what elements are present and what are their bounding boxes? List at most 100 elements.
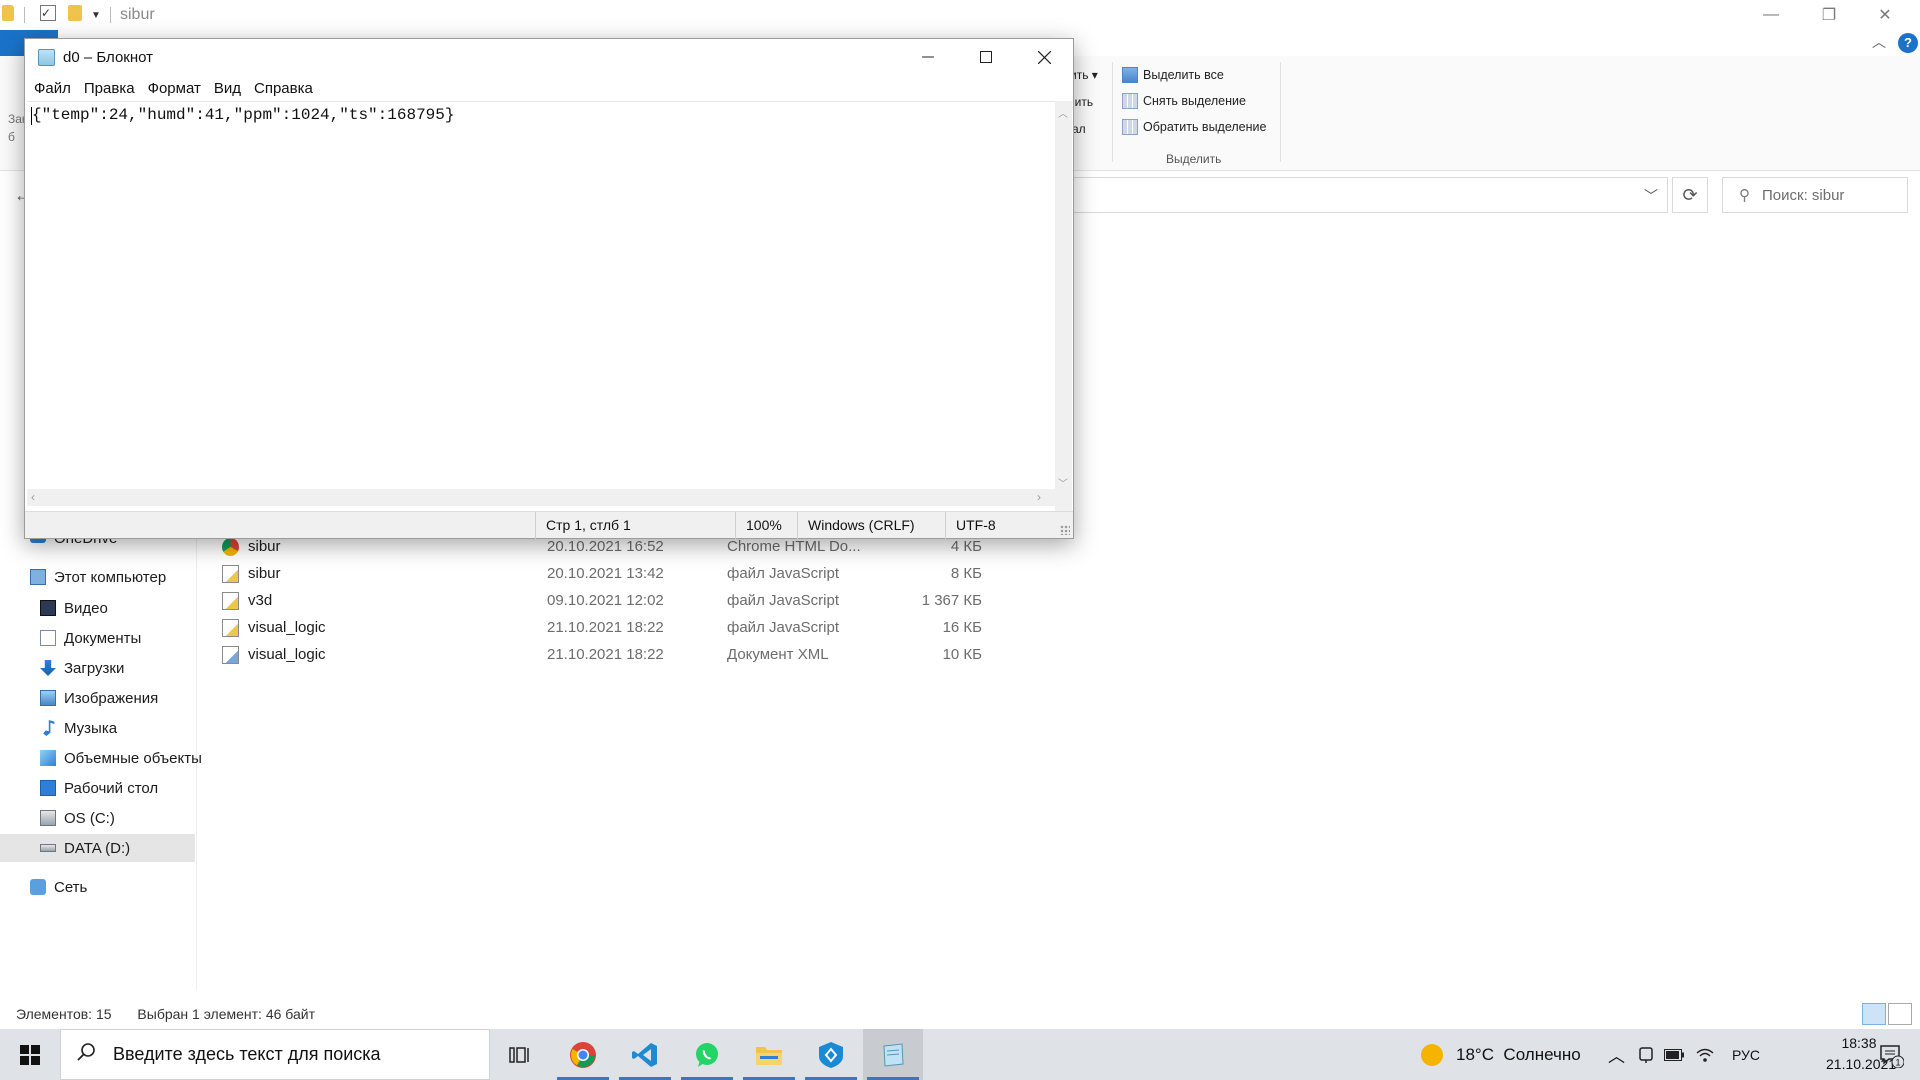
device-icon (1639, 1046, 1653, 1063)
sun-icon (1421, 1043, 1443, 1066)
menu-edit[interactable]: Правка (84, 80, 135, 97)
notepad-titlebar[interactable]: d0 – Блокнот (25, 39, 1073, 75)
chrome-taskbar-button[interactable] (553, 1029, 613, 1080)
whatsapp-taskbar-button[interactable] (677, 1029, 737, 1080)
taskbar-search-input[interactable]: Введите здесь текст для поиска (60, 1029, 490, 1080)
file-explorer-icon (756, 1046, 782, 1065)
language-indicator[interactable]: РУС (1732, 1029, 1760, 1080)
nav-item-pictures[interactable]: Изображения (40, 684, 158, 712)
start-button[interactable] (0, 1029, 60, 1080)
file-size: 8 КБ (950, 565, 982, 582)
invert-selection-button[interactable]: Обратить выделение (1122, 117, 1266, 137)
file-size: 1 367 КБ (921, 592, 982, 609)
properties-icon[interactable]: ✓ (40, 5, 56, 21)
file-size: 4 КБ (950, 538, 982, 555)
nav-item-label: Музыка (64, 719, 118, 737)
file-size: 16 КБ (942, 619, 982, 636)
nav-item-label: Загрузки (64, 659, 125, 677)
new-folder-icon[interactable] (68, 5, 82, 21)
select-all-button[interactable]: Выделить все (1122, 65, 1224, 85)
notification-center-button[interactable]: 1 (1866, 1029, 1916, 1080)
scroll-up-icon[interactable]: ︿ (1058, 105, 1068, 120)
nav-item-desktop[interactable]: Рабочий стол (40, 774, 158, 802)
notification-count: 1 (1895, 1057, 1900, 1067)
nav-item-music[interactable]: Музыка (40, 714, 117, 742)
scroll-right-icon[interactable]: › (1037, 490, 1041, 504)
scroll-left-icon[interactable]: ‹ (31, 490, 35, 504)
computer-icon (30, 569, 46, 585)
vscode-taskbar-button[interactable] (615, 1029, 675, 1080)
file-name: v3d (248, 592, 273, 609)
file-date: 20.10.2021 13:42 (547, 565, 664, 582)
nav-item-network[interactable]: Сеть (30, 873, 87, 901)
vertical-scrollbar[interactable]: ︿ ﹀ (1055, 101, 1072, 511)
search-placeholder: Поиск: sibur (1762, 186, 1845, 204)
chevron-up-icon: ︿ (1608, 1047, 1625, 1066)
maximize-button[interactable] (957, 39, 1015, 75)
tray-app-icon[interactable] (1638, 1029, 1654, 1080)
whatsapp-icon (696, 1042, 718, 1067)
minimize-button[interactable]: — (1748, 0, 1794, 30)
menu-file[interactable]: Файл (34, 80, 71, 97)
file-row[interactable]: visual_logic 21.10.2021 18:22 файл JavaScr… (222, 615, 982, 641)
file-explorer-taskbar-button[interactable] (739, 1029, 799, 1080)
nav-item-3d-objects[interactable]: Объемные объекты (40, 744, 202, 772)
file-row[interactable]: v3d 09.10.2021 12:02 файл JavaScript 1 367 … (222, 588, 982, 614)
file-row[interactable]: sibur 20.10.2021 13:42 файл JavaScript 8 КБ (222, 561, 982, 587)
menu-format[interactable]: Формат (148, 80, 201, 97)
task-view-button[interactable] (490, 1029, 550, 1080)
weather-widget[interactable]: 18°C Солнечно (1420, 1029, 1581, 1080)
js-file-icon (222, 592, 239, 610)
nav-item-this-pc[interactable]: Этот компьютер (30, 563, 166, 591)
address-bar[interactable] (1072, 177, 1668, 213)
deselect-button[interactable]: Снять выделение (1122, 91, 1246, 111)
menu-help[interactable]: Справка (254, 80, 313, 97)
wifi-button[interactable] (1696, 1029, 1714, 1080)
restore-button[interactable]: ❐ (1806, 0, 1852, 30)
nav-item-video[interactable]: Видео (40, 594, 108, 622)
file-date: 21.10.2021 18:22 (547, 646, 664, 663)
document-content[interactable]: {"temp":24,"humd":41,"ppm":1024,"ts":168… (32, 106, 454, 124)
show-hidden-icons-button[interactable]: ︿ (1608, 1029, 1625, 1080)
horizontal-scrollbar[interactable]: ‹ › (27, 489, 1055, 506)
collapse-ribbon-icon[interactable]: ︿ (1872, 32, 1886, 52)
nav-item-drive-d[interactable]: DATA (D:) (0, 834, 195, 862)
nav-item-documents[interactable]: Документы (40, 624, 141, 652)
vpn-taskbar-button[interactable] (801, 1029, 861, 1080)
windows-logo-icon (20, 1044, 40, 1065)
scroll-down-icon[interactable]: ﹀ (1058, 475, 1068, 490)
search-input[interactable]: ⚲ Поиск: sibur (1722, 177, 1908, 213)
refresh-button[interactable]: ⟳ (1672, 177, 1708, 213)
chevron-down-icon[interactable]: ﹀ (1644, 186, 1658, 206)
details-view-button[interactable] (1862, 1003, 1886, 1025)
battery-button[interactable] (1664, 1029, 1684, 1080)
explorer-titlebar: ✓ ▼ sibur — ❐ ✕ (0, 0, 1920, 30)
close-button[interactable]: ✕ (1862, 0, 1908, 30)
large-icons-view-button[interactable] (1888, 1003, 1912, 1025)
search-icon (77, 1042, 97, 1068)
ribbon-fragment[interactable]: ить ▾ (1070, 68, 1098, 82)
notepad-taskbar-button[interactable] (863, 1029, 923, 1080)
close-button[interactable] (1015, 39, 1073, 75)
zoom-level: 100% (735, 512, 797, 539)
chrome-icon (570, 1041, 596, 1068)
quick-access-dropdown-icon[interactable]: ▼ (91, 5, 101, 25)
js-file-icon (222, 619, 239, 637)
nav-item-downloads[interactable]: Загрузки (40, 654, 124, 682)
file-name: visual_logic (248, 646, 326, 663)
weather-text: 18°C Солнечно (1456, 1044, 1581, 1064)
js-file-icon (222, 565, 239, 583)
file-date: 09.10.2021 12:02 (547, 592, 664, 609)
minimize-button[interactable] (899, 39, 957, 75)
nav-item-drive-c[interactable]: OS (C:) (40, 804, 115, 832)
ribbon-divider (1112, 62, 1113, 162)
file-row[interactable]: visual_logic 21.10.2021 18:22 Документ XML… (222, 642, 982, 668)
select-all-icon (1122, 67, 1138, 83)
ribbon-fragment[interactable]: ал (1072, 122, 1086, 136)
minimize-icon (922, 56, 934, 58)
text-editor[interactable]: {"temp":24,"humd":41,"ppm":1024,"ts":168… (27, 101, 1055, 511)
resize-grip-icon[interactable] (1060, 525, 1070, 535)
file-name: sibur (248, 565, 281, 582)
help-icon[interactable]: ? (1898, 33, 1918, 53)
menu-view[interactable]: Вид (214, 80, 241, 97)
